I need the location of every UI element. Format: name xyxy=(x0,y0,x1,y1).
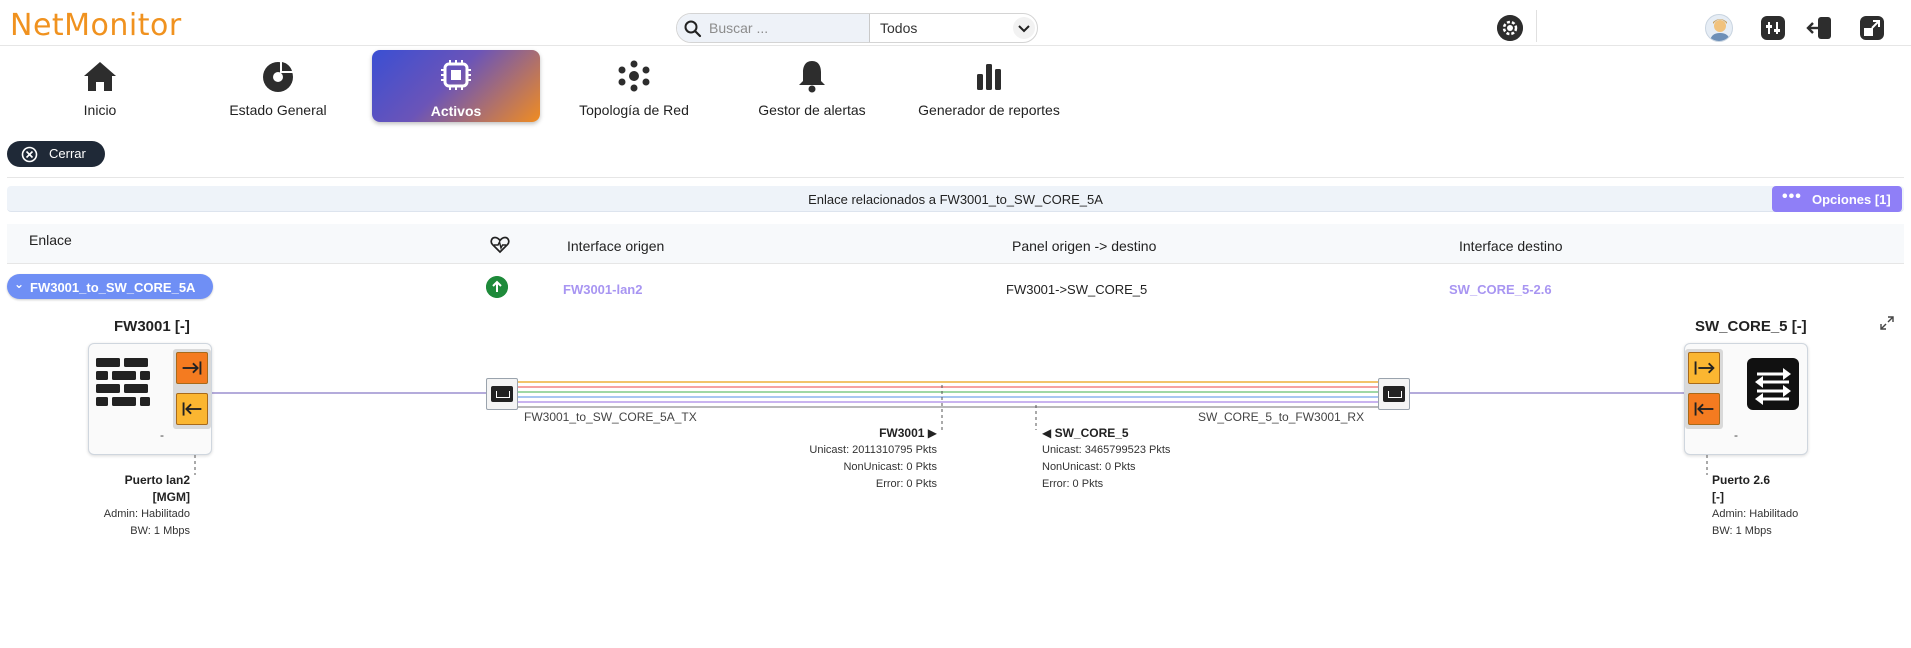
rx-label: SW_CORE_5_to_FW3001_RX xyxy=(1198,410,1365,424)
search-bar: Buscar ... Todos xyxy=(676,13,1038,43)
link-row-toggle[interactable]: ⌄ FW3001_to_SW_CORE_5A xyxy=(7,274,213,299)
left-stats-error: Error: 0 Pkts xyxy=(875,478,937,490)
right-stats-nonunicast: NonUnicast: 0 Pkts xyxy=(1042,461,1136,473)
left-device-title[interactable]: FW3001 [-] xyxy=(114,318,190,335)
column-header-destino[interactable]: Interface destino xyxy=(1459,238,1563,254)
port-column xyxy=(173,349,211,429)
close-circle-icon xyxy=(21,146,38,163)
home-icon xyxy=(84,62,116,91)
nav-activos[interactable]: Activos xyxy=(372,50,540,122)
column-header-enlace[interactable]: Enlace xyxy=(29,232,72,248)
left-port-tag: [MGM] xyxy=(152,490,190,504)
app-logo[interactable]: NetMonitor xyxy=(10,8,182,43)
left-device[interactable]: - xyxy=(88,343,212,455)
left-port-admin: Admin: Habilitado xyxy=(103,508,190,520)
right-stats-unicast: Unicast: 3465799523 Pkts xyxy=(1042,444,1171,456)
right-stats: ◀ SW_CORE_5 Unicast: 3465799523 Pkts Non… xyxy=(1042,425,1262,493)
status-up-icon xyxy=(486,276,508,298)
heart-pulse-icon xyxy=(490,236,510,254)
fullscreen-icon[interactable] xyxy=(1879,315,1895,331)
close-button[interactable]: Cerrar xyxy=(7,141,105,167)
toolbar-divider xyxy=(1536,10,1537,42)
chevron-down-icon[interactable] xyxy=(1013,17,1035,39)
right-device-dash: - xyxy=(1734,428,1738,442)
nav-estado-general[interactable]: Estado General xyxy=(209,50,347,118)
nav-label: Generador de reportes xyxy=(918,102,1060,118)
port-column xyxy=(1685,349,1723,429)
port-out-icon[interactable] xyxy=(176,352,208,384)
port-in-icon[interactable] xyxy=(176,393,208,425)
left-port-info: Puerto lan2 [MGM] Admin: Habilitado BW: … xyxy=(40,472,190,540)
port-in-icon[interactable] xyxy=(1688,393,1720,425)
nav-label: Activos xyxy=(430,103,482,119)
nav-label: Topología de Red xyxy=(579,102,689,118)
options-label: Opciones [1] xyxy=(1812,192,1891,207)
cable-diagram xyxy=(210,381,1690,430)
right-port-admin: Admin: Habilitado xyxy=(1712,508,1799,520)
left-stats-title: FW3001 ▶ xyxy=(879,426,937,440)
bar-chart-icon xyxy=(977,64,1001,90)
ethernet-port-icon[interactable] xyxy=(1378,378,1410,410)
right-device-title[interactable]: SW_CORE_5 [-] xyxy=(1695,318,1807,335)
panel-title: Enlace relacionados a FW3001_to_SW_CORE_… xyxy=(808,192,1103,207)
right-port-bw: BW: 1 Mbps xyxy=(1712,525,1772,537)
left-port-bw: BW: 1 Mbps xyxy=(130,525,190,537)
panel-cell: FW3001->SW_CORE_5 xyxy=(1006,282,1148,297)
more-icon: ••• xyxy=(1782,188,1802,205)
nav-label: Estado General xyxy=(229,102,327,118)
logout-icon[interactable] xyxy=(1805,14,1833,42)
left-stats-unicast: Unicast: 2011310795 Pkts xyxy=(809,444,937,456)
search-icon xyxy=(684,20,702,38)
bell-icon xyxy=(799,61,825,93)
sliders-icon[interactable] xyxy=(1759,14,1787,42)
cable-bundle xyxy=(518,381,1378,408)
switch-icon xyxy=(1747,358,1799,410)
options-button[interactable]: ••• Opciones [1] xyxy=(1772,186,1902,212)
right-device[interactable]: - xyxy=(1684,343,1808,455)
port-leader-left xyxy=(194,455,196,475)
nav-generador-reportes[interactable]: Generador de reportes xyxy=(912,50,1066,118)
ethernet-port-icon[interactable] xyxy=(486,378,518,410)
chip-icon xyxy=(441,60,471,90)
left-stats-nonunicast: NonUnicast: 0 Pkts xyxy=(843,461,937,473)
close-label: Cerrar xyxy=(49,146,86,161)
search-input[interactable]: Buscar ... xyxy=(677,14,870,42)
table-header: Enlace Interface origen Panel origen -> … xyxy=(7,224,1904,264)
chevron-down-icon: ⌄ xyxy=(14,277,25,291)
panel-header: Enlace relacionados a FW3001_to_SW_CORE_… xyxy=(7,186,1904,212)
nav-topologia[interactable]: Topología de Red xyxy=(566,50,702,118)
link-name: FW3001_to_SW_CORE_5A xyxy=(30,280,196,295)
pie-chart-icon xyxy=(263,60,294,92)
interface-origen-link[interactable]: FW3001-lan2 xyxy=(563,282,642,297)
left-port-name: Puerto lan2 xyxy=(124,473,190,487)
network-icon xyxy=(618,60,650,92)
left-device-dash: - xyxy=(160,428,164,442)
port-leader-right xyxy=(1706,455,1708,475)
right-stats-title: ◀ SW_CORE_5 xyxy=(1042,426,1129,440)
right-stats-error: Error: 0 Pkts xyxy=(1042,478,1104,490)
right-port-tag: [-] xyxy=(1712,490,1724,504)
nav-inicio[interactable]: Inicio xyxy=(31,50,169,118)
port-out-icon[interactable] xyxy=(1688,352,1720,384)
nav-label: Inicio xyxy=(83,102,117,118)
divider xyxy=(7,177,1904,178)
user-avatar[interactable] xyxy=(1705,14,1733,42)
firewall-icon xyxy=(96,358,150,406)
filter-select[interactable]: Todos xyxy=(880,20,917,36)
column-header-origen[interactable]: Interface origen xyxy=(567,238,664,254)
interface-destino-link[interactable]: SW_CORE_5-2.6 xyxy=(1449,282,1552,297)
nav-gestor-alertas[interactable]: Gestor de alertas xyxy=(742,50,882,118)
expand-icon[interactable] xyxy=(1858,14,1886,42)
right-port-info: Puerto 2.6 [-] Admin: Habilitado BW: 1 M… xyxy=(1712,472,1872,540)
gear-icon[interactable] xyxy=(1497,15,1523,41)
left-stats: FW3001 ▶ Unicast: 2011310795 Pkts NonUni… xyxy=(737,425,937,493)
column-header-panel[interactable]: Panel origen -> destino xyxy=(1012,238,1156,254)
tx-label: FW3001_to_SW_CORE_5A_TX xyxy=(524,410,697,424)
search-placeholder: Buscar ... xyxy=(709,20,769,36)
nav-label: Gestor de alertas xyxy=(758,102,866,118)
right-port-name: Puerto 2.6 xyxy=(1712,473,1771,487)
